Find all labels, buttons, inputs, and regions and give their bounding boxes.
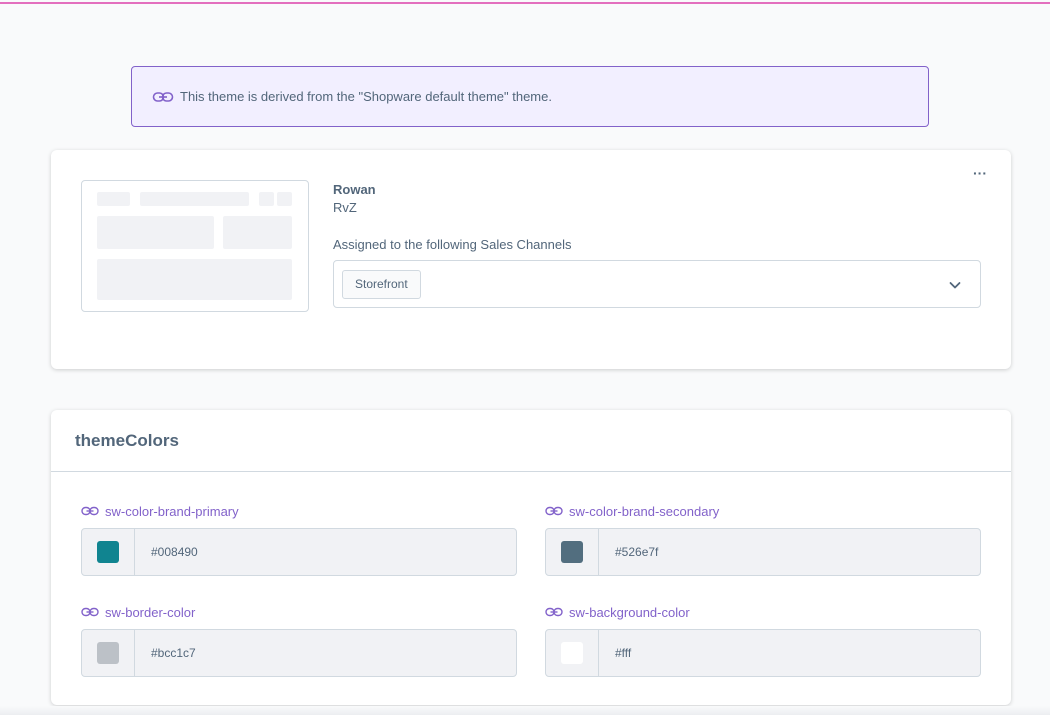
link-icon[interactable] [81, 505, 99, 517]
theme-info-card: Rowan RvZ Assigned to the following Sale… [51, 150, 1011, 369]
color-swatch [97, 541, 119, 563]
color-swatch-button[interactable] [82, 630, 135, 676]
inheritance-notice: This theme is derived from the "Shopware… [131, 66, 929, 127]
color-field-brand-primary: sw-color-brand-primary #008490 [81, 502, 517, 576]
link-icon [152, 90, 174, 104]
color-field-brand-secondary: sw-color-brand-secondary #526e7f [545, 502, 981, 576]
link-icon[interactable] [545, 606, 563, 618]
theme-name: Rowan [333, 182, 376, 197]
color-input[interactable]: #bcc1c7 [81, 629, 517, 677]
preview-placeholder [97, 192, 130, 206]
preview-placeholder [277, 192, 292, 206]
color-value[interactable]: #fff [599, 630, 631, 676]
field-label-text: sw-color-brand-secondary [569, 503, 720, 519]
preview-placeholder [97, 216, 214, 249]
field-label[interactable]: sw-border-color [81, 603, 517, 621]
color-value[interactable]: #bcc1c7 [135, 630, 196, 676]
field-label-text: sw-background-color [569, 604, 690, 620]
color-value[interactable]: #008490 [135, 529, 198, 575]
color-input[interactable]: #526e7f [545, 528, 981, 576]
color-input[interactable]: #008490 [81, 528, 517, 576]
preview-placeholder [259, 192, 274, 206]
top-accent-line [0, 2, 1050, 4]
link-icon[interactable] [81, 606, 99, 618]
sales-channel-select[interactable]: Storefront [333, 260, 981, 308]
theme-colors-card: themeColors sw-color-brand-primary #0084… [51, 410, 1011, 705]
color-swatch [561, 541, 583, 563]
chevron-down-icon[interactable] [948, 278, 962, 292]
color-value[interactable]: #526e7f [599, 529, 658, 575]
color-field-border: sw-border-color #bcc1c7 [81, 603, 517, 677]
color-swatch [97, 642, 119, 664]
more-dots-icon[interactable]: ··· [971, 166, 989, 182]
card-title: themeColors [75, 430, 179, 450]
field-label-text: sw-color-brand-primary [105, 503, 239, 519]
sales-channels-label: Assigned to the following Sales Channels [333, 237, 572, 252]
field-label[interactable]: sw-color-brand-primary [81, 502, 517, 520]
sales-channel-chip[interactable]: Storefront [342, 270, 421, 299]
field-label-text: sw-border-color [105, 604, 196, 620]
color-swatch-button[interactable] [546, 529, 599, 575]
bottom-fade [0, 706, 1050, 715]
notice-text: This theme is derived from the "Shopware… [180, 89, 552, 104]
preview-placeholder [223, 216, 292, 249]
color-swatch-button[interactable] [82, 529, 135, 575]
card-header: themeColors [51, 410, 1011, 472]
preview-placeholder [140, 192, 249, 206]
link-icon[interactable] [545, 505, 563, 517]
color-swatch-button[interactable] [546, 630, 599, 676]
theme-preview[interactable] [81, 180, 309, 312]
color-input[interactable]: #fff [545, 629, 981, 677]
field-label[interactable]: sw-background-color [545, 603, 981, 621]
color-field-background: sw-background-color #fff [545, 603, 981, 677]
color-swatch [561, 642, 583, 664]
field-label[interactable]: sw-color-brand-secondary [545, 502, 981, 520]
theme-author: RvZ [333, 200, 357, 215]
preview-placeholder [97, 259, 292, 300]
